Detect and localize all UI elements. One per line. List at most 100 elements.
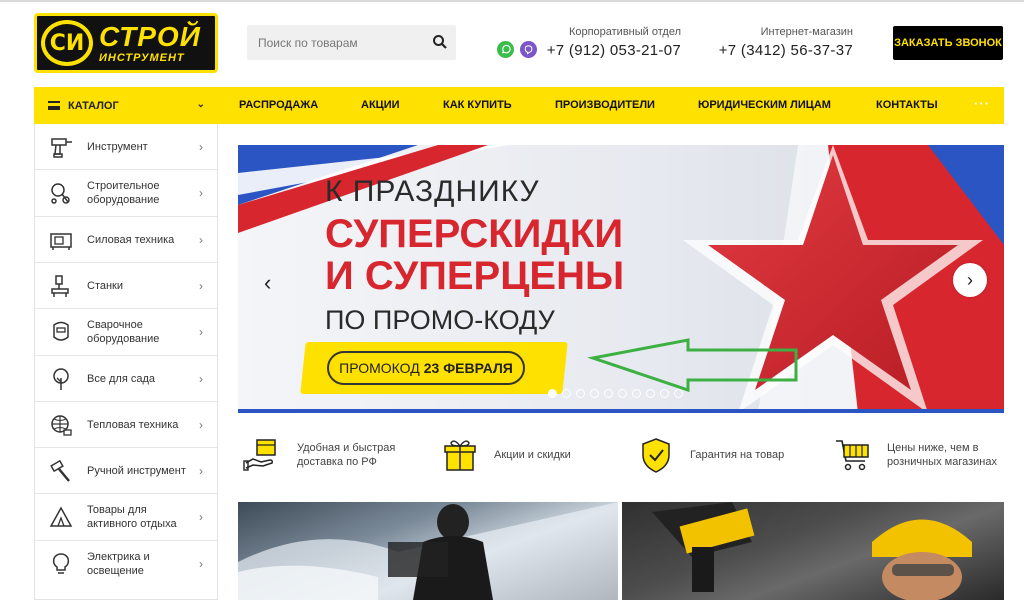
- welding-mask-icon: [47, 318, 75, 346]
- sidebar-item-welding-equipment[interactable]: Сварочное оборудование ›: [35, 309, 217, 356]
- banner-line-2: СУПЕРСКИДКИ: [325, 212, 624, 256]
- banner-line-1: К ПРАЗДНИКУ: [325, 175, 540, 208]
- logo-title: СТРОЙ: [99, 20, 201, 52]
- slider-dot[interactable]: [590, 389, 599, 398]
- site-header: СИ СТРОЙ ИНСТРУМЕНТ Корпоративный отдел …: [0, 0, 1024, 80]
- shop-contact: Интернет-магазин +7 (3412) 56-37-37: [700, 26, 853, 59]
- promo-banner[interactable]: К ПРАЗДНИКУ СУПЕРСКИДКИ И СУПЕРЦЕНЫ ПО П…: [238, 145, 1004, 413]
- lightbulb-icon: [47, 550, 75, 578]
- sidebar-item-label: Строительное оборудование: [87, 180, 160, 206]
- corporate-phone[interactable]: +7 (912) 053-21-07: [497, 42, 681, 59]
- sidebar-item-outdoor[interactable]: Товары для активного отдыха ›: [35, 494, 217, 541]
- shop-label: Интернет-магазин: [760, 26, 853, 38]
- search-box: [247, 25, 456, 60]
- promo-prefix: ПРОМОКОД: [339, 360, 420, 376]
- slider-dot[interactable]: [604, 389, 613, 398]
- slider-dot[interactable]: [548, 389, 557, 398]
- generator-icon: [47, 226, 75, 254]
- sidebar-item-label: Сварочное оборудование: [87, 319, 160, 345]
- sidebar-item-label: Ручной инструмент: [87, 464, 186, 477]
- feature-delivery[interactable]: Удобная и быстрая доставка по РФ: [243, 425, 427, 485]
- features-row: Удобная и быстрая доставка по РФ Акции и…: [238, 425, 1004, 485]
- shop-phone[interactable]: +7 (3412) 56-37-37: [700, 42, 853, 59]
- chevron-right-icon: ›: [199, 510, 203, 524]
- nav-item-how-to-buy[interactable]: КАК КУПИТЬ: [443, 99, 512, 111]
- slider-dot[interactable]: [660, 389, 669, 398]
- catalog-button[interactable]: КАТАЛОГ ⌄: [34, 87, 217, 124]
- chevron-right-icon: ›: [199, 557, 203, 571]
- drill-icon: [47, 133, 75, 161]
- chevron-right-icon: ›: [199, 139, 203, 154]
- chevron-right-icon: ›: [199, 278, 203, 293]
- feature-promotions[interactable]: Акции и скидки: [440, 425, 604, 485]
- corporate-label: Корпоративный отдел: [568, 26, 681, 38]
- shield-check-icon: [636, 435, 676, 475]
- banner-line-4: ПО ПРОМО-КОДУ: [325, 305, 555, 335]
- chevron-right-icon: ›: [199, 417, 203, 432]
- catalog-label: КАТАЛОГ: [68, 99, 119, 112]
- chevron-right-icon: ›: [199, 371, 203, 386]
- page: СИ СТРОЙ ИНСТРУМЕНТ Корпоративный отдел …: [0, 0, 1024, 600]
- logo-subtitle: ИНСТРУМЕНТ: [99, 51, 185, 64]
- slider-dot[interactable]: [674, 389, 683, 398]
- sidebar-item-electrics[interactable]: Электрика и освещение ›: [35, 541, 217, 587]
- promo-code: 23 ФЕВРАЛЯ: [423, 360, 513, 376]
- sidebar-item-construction-equipment[interactable]: Строительное оборудование ›: [35, 170, 217, 217]
- feature-label: Цены ниже, чем в розничных магазинах: [887, 442, 997, 468]
- power-tools-photo: [622, 502, 1004, 600]
- feature-label: Акции и скидки: [494, 449, 571, 461]
- promo-code-badge: ПРОМОКОД 23 ФЕВРАЛЯ: [327, 351, 525, 385]
- machine-tool-icon: [47, 272, 75, 300]
- sidebar-item-hand-tools[interactable]: Ручной инструмент ›: [35, 448, 217, 494]
- slider-next-button[interactable]: ›: [953, 263, 987, 297]
- sidebar-item-label: Электрика и освещение: [87, 551, 150, 577]
- nav-item-manufacturers[interactable]: ПРОИЗВОДИТЕЛИ: [555, 99, 655, 111]
- gift-icon: [440, 435, 480, 475]
- sidebar-item-garden[interactable]: Все для сада ›: [35, 356, 217, 402]
- tree-icon: [47, 365, 75, 393]
- slider-dot[interactable]: [646, 389, 655, 398]
- nav-item-promotions[interactable]: АКЦИИ: [361, 99, 400, 111]
- search-input[interactable]: [247, 25, 417, 60]
- banner-line-3: И СУПЕРЦЕНЫ: [325, 254, 625, 298]
- delivery-box-icon: [243, 435, 283, 475]
- chevron-right-icon: ›: [199, 325, 203, 339]
- sidebar-item-label: Станки: [87, 279, 124, 292]
- nav-item-sale[interactable]: РАСПРОДАЖА: [239, 99, 318, 111]
- slider-dot[interactable]: [562, 389, 571, 398]
- sidebar-item-machine-tools[interactable]: Станки ›: [35, 263, 217, 309]
- logo-mark: СИ: [41, 20, 93, 66]
- cart-icon: [833, 435, 873, 475]
- feature-warranty[interactable]: Гарантия на товар: [636, 425, 800, 485]
- chevron-right-icon: ›: [199, 232, 203, 247]
- search-icon[interactable]: [432, 34, 448, 50]
- corporate-contact: Корпоративный отдел +7 (912) 053-21-07: [497, 26, 681, 59]
- slider-dot[interactable]: [576, 389, 585, 398]
- site-logo[interactable]: СИ СТРОЙ ИНСТРУМЕНТ: [34, 13, 218, 73]
- feature-label: Гарантия на товар: [690, 449, 785, 461]
- slider-dot[interactable]: [632, 389, 641, 398]
- main-nav: КАТАЛОГ ⌄ РАСПРОДАЖА АКЦИИ КАК КУПИТЬ ПР…: [34, 87, 1004, 124]
- more-icon[interactable]: ···: [974, 96, 990, 111]
- chevron-down-icon: ⌄: [196, 99, 205, 110]
- sidebar-item-label: Товары для активного отдыха: [87, 504, 177, 530]
- hammer-icon: [47, 457, 75, 485]
- nav-item-legal-entities[interactable]: ЮРИДИЧЕСКИМ ЛИЦАМ: [698, 99, 831, 111]
- slider-dots: [548, 389, 683, 398]
- sidebar-item-tools[interactable]: Инструмент ›: [35, 124, 217, 170]
- nav-item-contacts[interactable]: КОНТАКТЫ: [876, 99, 938, 111]
- sidebar-item-label: Тепловая техника: [87, 418, 179, 431]
- sidebar-item-power-equipment[interactable]: Силовая техника ›: [35, 217, 217, 263]
- snow-blower-photo: [238, 502, 618, 600]
- catalog-sidebar: Инструмент › Строительное оборудование ›…: [34, 124, 218, 600]
- sidebar-item-label: Инструмент: [87, 140, 148, 153]
- category-image-snow-blower[interactable]: [238, 502, 618, 600]
- category-image-power-tools[interactable]: [622, 502, 1004, 600]
- feature-label: Удобная и быстрая доставка по РФ: [297, 442, 396, 468]
- cement-mixer-icon: [47, 179, 75, 207]
- sidebar-item-heating-equipment[interactable]: Тепловая техника ›: [35, 402, 217, 448]
- feature-low-prices[interactable]: Цены ниже, чем в розничных магазинах: [833, 425, 997, 485]
- slider-prev-icon[interactable]: ‹: [264, 270, 271, 296]
- callback-button[interactable]: ЗАКАЗАТЬ ЗВОНОК: [893, 26, 1003, 60]
- slider-dot[interactable]: [618, 389, 627, 398]
